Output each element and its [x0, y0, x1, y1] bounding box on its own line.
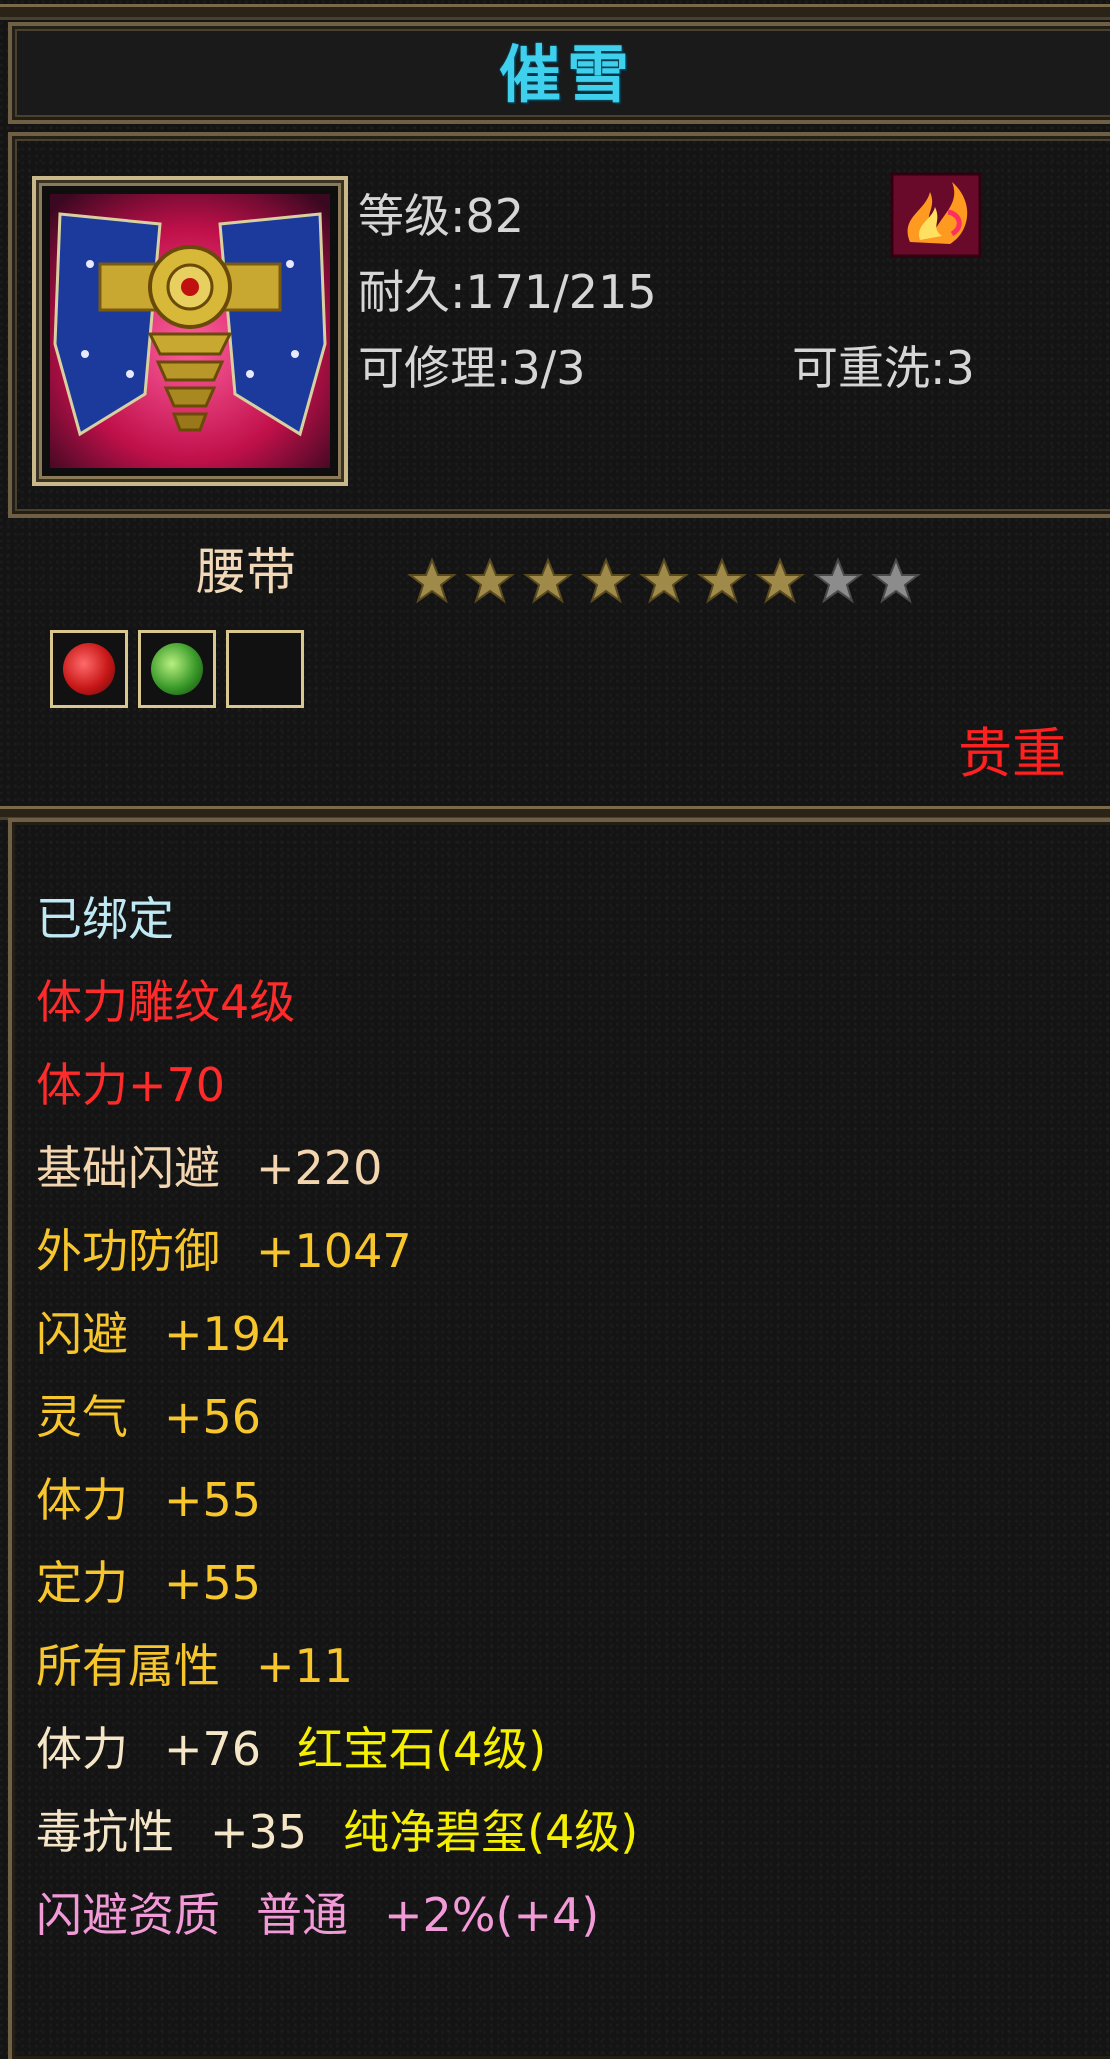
star-filled-icon: [697, 557, 747, 604]
gem-socket-2[interactable]: [138, 630, 216, 708]
attribute-value: +76: [164, 1722, 262, 1776]
attribute-name: 毒抗性: [36, 1805, 174, 1859]
attribute-name: 基础闪避: [36, 1141, 220, 1195]
attribute-name: 定力: [36, 1556, 128, 1610]
attribute-row: 所有属性 +11: [36, 1625, 638, 1708]
attribute-value: +11: [256, 1639, 354, 1693]
attribute-name: 已绑定: [36, 892, 174, 946]
star-filled-icon: [465, 557, 515, 604]
star-rating: [406, 556, 922, 612]
attribute-value: +194: [164, 1307, 291, 1361]
attribute-value: +55: [164, 1556, 262, 1610]
star-filled-icon: [523, 557, 573, 604]
attribute-name: 外功防御: [36, 1224, 220, 1278]
attribute-name: 灵气: [36, 1390, 128, 1444]
attribute-name: 体力: [36, 1722, 128, 1776]
belt-item-icon: [50, 194, 330, 468]
top-border: [0, 4, 1110, 20]
attribute-name: 体力: [36, 1473, 128, 1527]
attribute-value: 普通: [256, 1888, 348, 1942]
star-empty-icon: [871, 557, 921, 604]
flame-badge-icon[interactable]: [890, 172, 982, 258]
attribute-value: +35: [210, 1805, 308, 1859]
attribute-value: +56: [164, 1390, 262, 1444]
attribute-name: 闪避资质: [36, 1888, 220, 1942]
title-bar: 催雪: [8, 22, 1110, 124]
attribute-row: 定力 +55: [36, 1542, 638, 1625]
attribute-value: 红宝石(4级): [297, 1722, 547, 1776]
jade-gem-icon: [151, 643, 203, 695]
item-grade: 贵重: [958, 722, 1066, 785]
attribute-row: 基础闪避 +220: [36, 1127, 638, 1210]
attribute-row: 已绑定: [36, 878, 638, 961]
item-level: 等级:82: [358, 189, 525, 243]
attribute-row: 外功防御 +1047: [36, 1210, 638, 1293]
item-durability: 耐久:171/215: [358, 265, 657, 319]
attribute-value: 纯净碧玺(4级): [343, 1805, 639, 1859]
attribute-row: 体力 +76 红宝石(4级): [36, 1708, 638, 1791]
attribute-row: 体力 +55: [36, 1459, 638, 1542]
star-filled-icon: [407, 557, 457, 604]
gem-socket-3-empty[interactable]: [226, 630, 304, 708]
item-repair-count: 可修理:3/3: [358, 341, 586, 395]
attributes-panel: 已绑定体力雕纹4级 体力+70 基础闪避 +220 外功防御 +1047 闪避 +194 灵气 +…: [8, 818, 1110, 2059]
attribute-name: 体力雕纹4级: [36, 975, 296, 1029]
attribute-value: +1047: [256, 1224, 412, 1278]
attribute-value: +220: [256, 1141, 383, 1195]
item-type-section: 腰带 贵重: [0, 532, 1110, 812]
attribute-list: 已绑定体力雕纹4级 体力+70 基础闪避 +220 外功防御 +1047 闪避 +194 灵气 +…: [36, 878, 638, 1957]
gem-socket-1[interactable]: [50, 630, 128, 708]
attribute-row: 灵气 +56: [36, 1376, 638, 1459]
star-empty-icon: [813, 557, 863, 604]
attribute-row: 体力+70: [36, 1044, 638, 1127]
item-type-label: 腰带: [196, 543, 296, 601]
gem-sockets: [50, 630, 304, 708]
item-info-panel: 等级:82 耐久:171/215 可修理:3/3 可重洗:3: [8, 132, 1110, 518]
attribute-name: 所有属性: [36, 1639, 220, 1693]
star-filled-icon: [755, 557, 805, 604]
attribute-value: +2%(+4): [384, 1888, 600, 1942]
ruby-gem-icon: [63, 643, 115, 695]
attribute-row: 毒抗性 +35 纯净碧玺(4级): [36, 1791, 638, 1874]
attribute-value: +55: [164, 1473, 262, 1527]
attribute-row: 闪避资质 普通 +2%(+4): [36, 1874, 638, 1957]
attribute-row: 体力雕纹4级: [36, 961, 638, 1044]
attribute-name: 体力+70: [36, 1058, 226, 1112]
star-filled-icon: [581, 557, 631, 604]
star-filled-icon: [639, 557, 689, 604]
item-reroll-count: 可重洗:3: [792, 341, 975, 395]
attribute-name: 闪避: [36, 1307, 128, 1361]
attribute-row: 闪避 +194: [36, 1293, 638, 1376]
item-icon-frame[interactable]: [32, 176, 348, 486]
item-name: 催雪: [498, 38, 635, 111]
